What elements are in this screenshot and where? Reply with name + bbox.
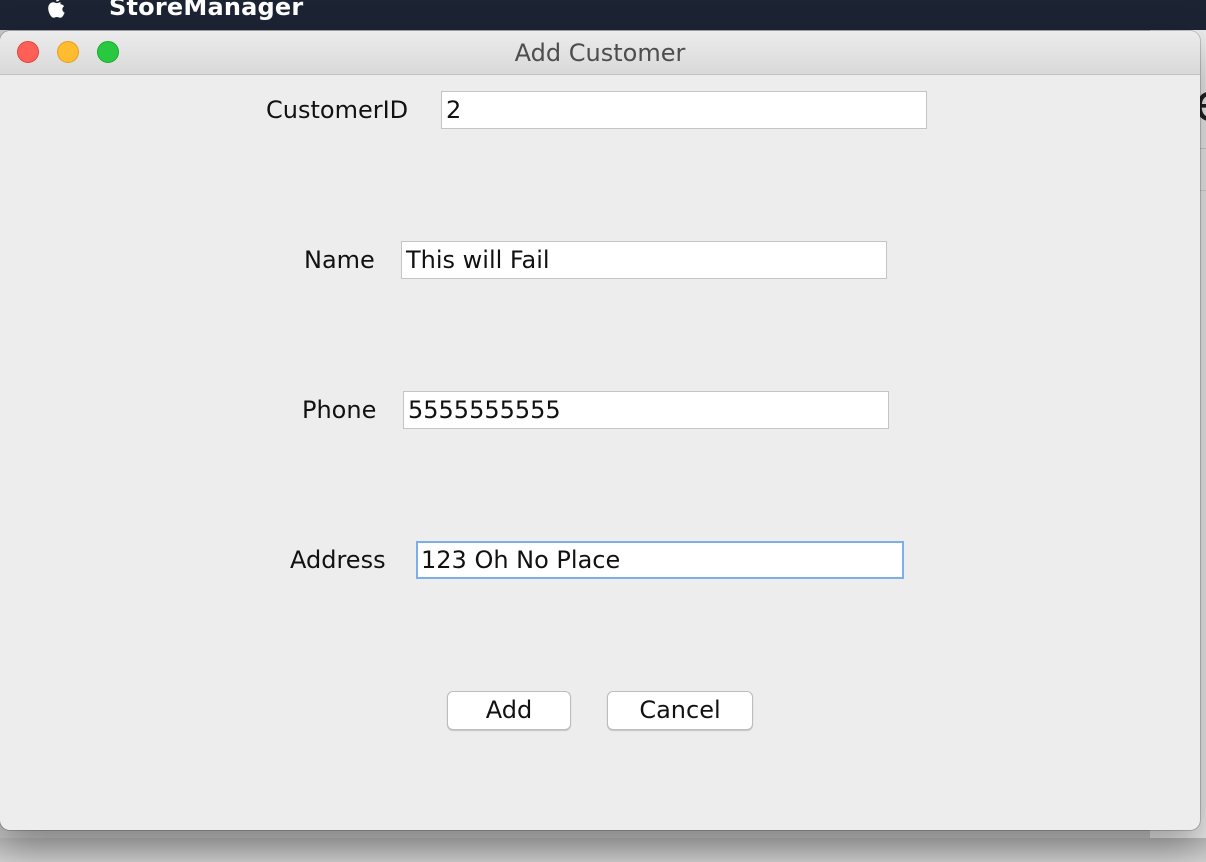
menu-bar: StoreManager: [0, 0, 1206, 30]
app-menu-name[interactable]: StoreManager: [109, 0, 303, 22]
add-button[interactable]: Add: [447, 691, 571, 730]
add-customer-dialog: Add Customer CustomerID 2 Name This will…: [0, 31, 1200, 830]
address-label: Address: [290, 546, 386, 574]
maximize-window-button[interactable]: [97, 41, 119, 63]
apple-logo-icon[interactable]: [40, 0, 70, 20]
minimize-window-button[interactable]: [57, 41, 79, 63]
address-field[interactable]: 123 Oh No Place: [416, 541, 904, 579]
customer-id-label: CustomerID: [266, 96, 409, 124]
desktop-shade: [0, 838, 1206, 862]
close-window-button[interactable]: [17, 41, 39, 63]
window-title: Add Customer: [514, 39, 686, 67]
phone-field[interactable]: 5555555555: [403, 391, 889, 429]
customer-id-field[interactable]: 2: [441, 91, 927, 129]
name-field[interactable]: This will Fail: [401, 241, 887, 279]
title-bar[interactable]: Add Customer: [0, 31, 1200, 75]
cancel-button[interactable]: Cancel: [607, 691, 753, 730]
phone-label: Phone: [302, 396, 377, 424]
name-label: Name: [304, 246, 375, 274]
